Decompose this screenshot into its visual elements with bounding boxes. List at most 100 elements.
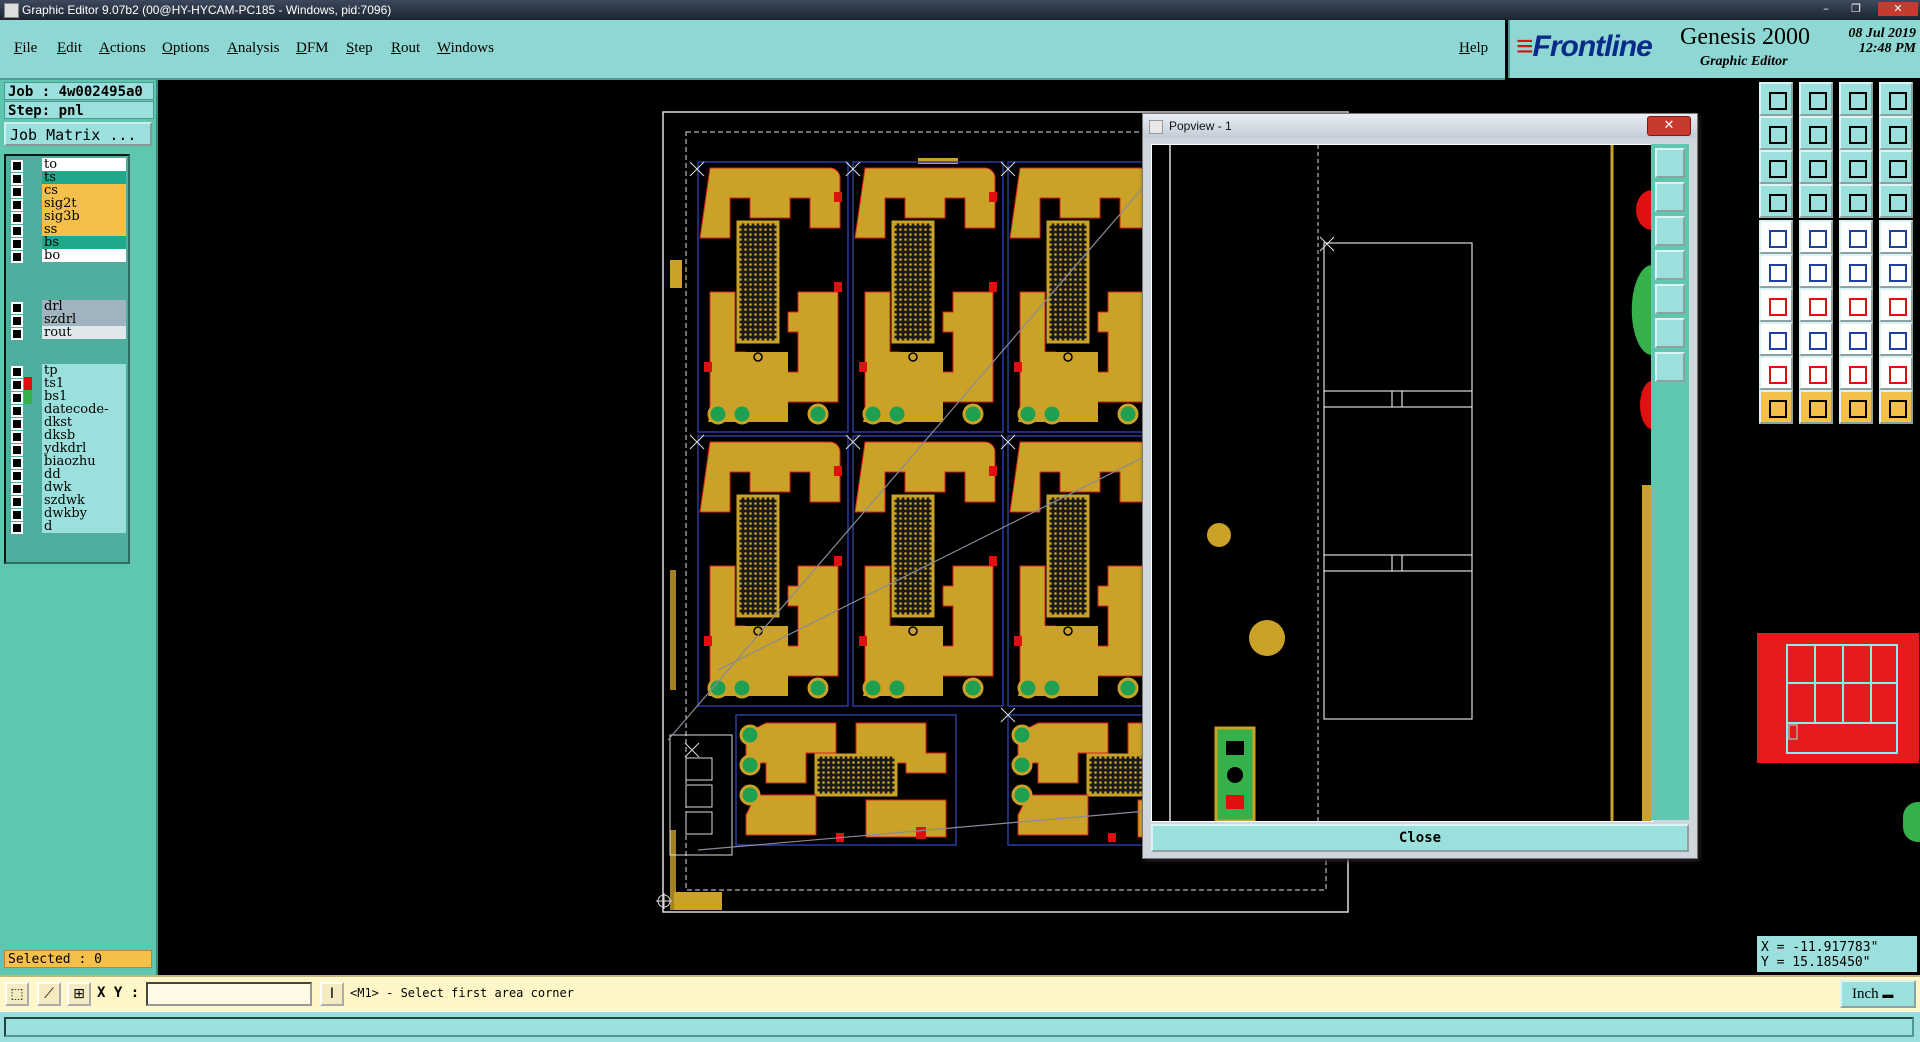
layer-checkbox[interactable] [11, 522, 23, 534]
tool-button-6-0[interactable] [1759, 288, 1793, 322]
menu-windows[interactable]: Windows [437, 40, 494, 57]
layer-row[interactable]: to [8, 158, 128, 172]
tool-button-0-3[interactable] [1879, 82, 1913, 116]
tool-button-1-0[interactable] [1759, 116, 1793, 150]
popview-tool-button[interactable] [1655, 148, 1685, 178]
popview-tool-button[interactable] [1655, 182, 1685, 212]
tool-button-8-2[interactable] [1839, 356, 1873, 390]
popview-tool-button[interactable] [1655, 352, 1685, 382]
maximize-button[interactable]: ❐ [1845, 2, 1867, 16]
layer-row[interactable]: rout [8, 326, 128, 340]
tool-button-7-3[interactable] [1879, 322, 1913, 356]
popview-tool-button[interactable] [1655, 284, 1685, 314]
menu-file[interactable]: File [14, 40, 37, 57]
measure-icon[interactable]: ⟋ [37, 982, 61, 1006]
layer-color-swatch [24, 468, 32, 482]
layer-color-swatch [24, 313, 32, 327]
tool-button-3-1[interactable] [1799, 184, 1833, 218]
menu-edit[interactable]: Edit [57, 40, 82, 57]
tool-button-5-0[interactable] [1759, 254, 1793, 288]
dropdown-icon: ▬ [1882, 989, 1894, 1001]
tool-button-8-3[interactable] [1879, 356, 1913, 390]
job-matrix-button[interactable]: Job Matrix ... [4, 122, 152, 146]
layer-row[interactable]: ts [8, 171, 128, 185]
tool-button-2-1[interactable] [1799, 150, 1833, 184]
tool-button-2-3[interactable] [1879, 150, 1913, 184]
tool-button-7-0[interactable] [1759, 322, 1793, 356]
tool-icon [1809, 332, 1827, 350]
tool-button-9-0[interactable] [1759, 390, 1793, 424]
tool-button-5-2[interactable] [1839, 254, 1873, 288]
tool-button-8-0[interactable] [1759, 356, 1793, 390]
tool-button-0-1[interactable] [1799, 82, 1833, 116]
tool-button-9-1[interactable] [1799, 390, 1833, 424]
tool-button-4-0[interactable] [1759, 220, 1793, 254]
menu-step[interactable]: Step [346, 40, 373, 57]
tool-button-0-0[interactable] [1759, 82, 1793, 116]
layer-checkbox[interactable] [11, 251, 23, 263]
layer-color-swatch [24, 171, 32, 185]
tool-button-6-2[interactable] [1839, 288, 1873, 322]
popview-close-button[interactable]: Close [1151, 824, 1689, 852]
tool-button-4-1[interactable] [1799, 220, 1833, 254]
grid-icon[interactable]: ⊞ [67, 982, 91, 1006]
tool-button-9-3[interactable] [1879, 390, 1913, 424]
units-value: Inch [1852, 986, 1879, 1002]
menu-actions[interactable]: Actions [99, 40, 146, 57]
popview-tool-button[interactable] [1655, 318, 1685, 348]
tool-icon [1769, 264, 1787, 282]
layer-checkbox[interactable] [11, 328, 23, 340]
layer-color-swatch [24, 455, 32, 469]
layer-row[interactable]: ts1 [8, 377, 128, 391]
menu-analysis[interactable]: Analysis [227, 40, 280, 57]
tool-icon [1769, 194, 1787, 212]
tool-icon [1889, 264, 1907, 282]
layer-row[interactable]: d [8, 520, 128, 534]
menu-rout[interactable]: Rout [391, 40, 420, 57]
menu-help[interactable]: Help [1459, 40, 1488, 57]
tool-button-1-2[interactable] [1839, 116, 1873, 150]
popview-close-x-button[interactable]: ✕ [1647, 116, 1691, 136]
layer-row[interactable]: sig3b [8, 210, 128, 224]
units-selector[interactable]: Inch ▬ [1840, 980, 1916, 1008]
tool-button-1-1[interactable] [1799, 116, 1833, 150]
tool-button-1-3[interactable] [1879, 116, 1913, 150]
tool-button-4-3[interactable] [1879, 220, 1913, 254]
tool-button-0-2[interactable] [1839, 82, 1873, 116]
layer-row[interactable]: tp [8, 364, 128, 378]
xy-input[interactable] [146, 982, 312, 1006]
tool-button-3-2[interactable] [1839, 184, 1873, 218]
layer-row[interactable]: ss [8, 223, 128, 237]
tool-button-7-2[interactable] [1839, 322, 1873, 356]
tool-button-9-2[interactable] [1839, 390, 1873, 424]
tool-button-5-1[interactable] [1799, 254, 1833, 288]
tool-button-7-1[interactable] [1799, 322, 1833, 356]
frontline-logo: ≡Frontline [1516, 30, 1653, 63]
tool-button-5-3[interactable] [1879, 254, 1913, 288]
minimize-button[interactable]: – [1815, 2, 1837, 16]
tool-icon [1849, 400, 1867, 418]
close-window-button[interactable]: ✕ [1878, 2, 1918, 16]
panel-overview-map[interactable] [1757, 633, 1919, 763]
layer-row[interactable]: dwkby [8, 507, 128, 521]
popview-tool-button[interactable] [1655, 250, 1685, 280]
tool-button-3-3[interactable] [1879, 184, 1913, 218]
layer-color-swatch [24, 197, 32, 211]
tool-button-6-1[interactable] [1799, 288, 1833, 322]
menu-options[interactable]: Options [162, 40, 210, 57]
layer-row[interactable]: bo [8, 249, 128, 263]
tool-button-2-0[interactable] [1759, 150, 1793, 184]
popview-canvas[interactable] [1151, 144, 1653, 823]
tool-icon [1769, 366, 1787, 384]
cursor-mode-icon[interactable]: I [320, 982, 344, 1006]
zoom-area-icon[interactable]: ⬚ [5, 982, 29, 1006]
tool-button-3-0[interactable] [1759, 184, 1793, 218]
menu-dfm[interactable]: DFM [296, 40, 329, 57]
layer-row[interactable]: biaozhu [8, 455, 128, 469]
layer-row[interactable]: bs [8, 236, 128, 250]
tool-button-2-2[interactable] [1839, 150, 1873, 184]
tool-button-4-2[interactable] [1839, 220, 1873, 254]
tool-button-8-1[interactable] [1799, 356, 1833, 390]
tool-button-6-3[interactable] [1879, 288, 1913, 322]
popview-tool-button[interactable] [1655, 216, 1685, 246]
